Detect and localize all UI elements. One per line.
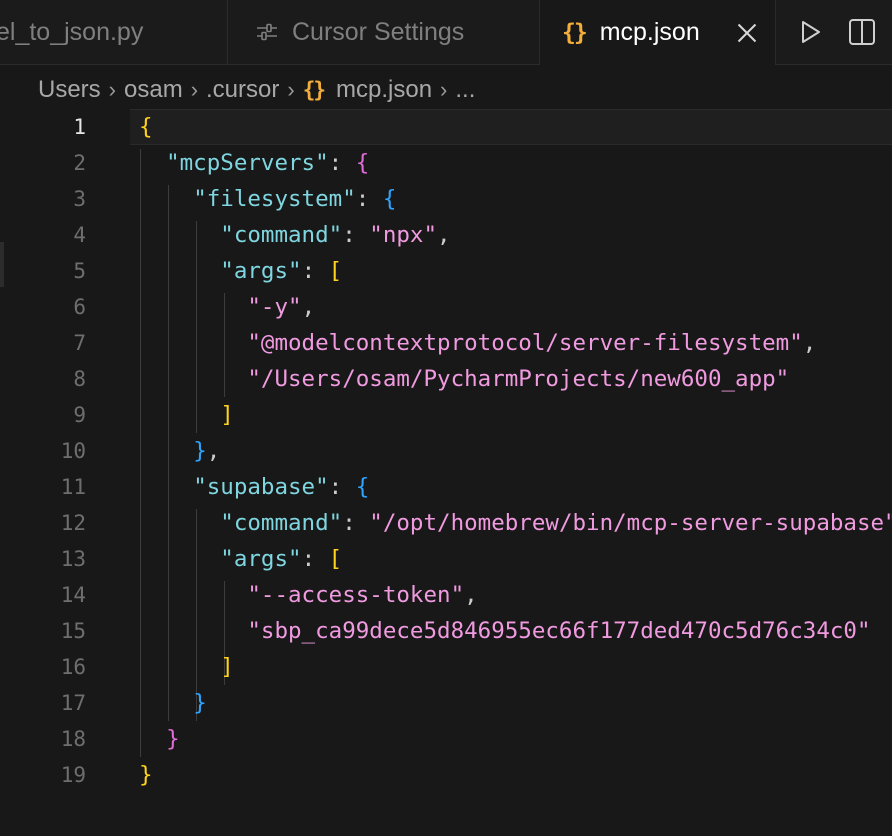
breadcrumb-more[interactable]: ... (455, 76, 475, 104)
tab-cursor-settings[interactable]: Cursor Settings (228, 0, 540, 64)
code-text: "filesystem": { (193, 186, 397, 212)
code-line[interactable]: 11 "supabase": { (0, 469, 892, 505)
code-text: "args": [ (220, 258, 343, 284)
chevron-right-icon: › (190, 77, 199, 102)
line-number: 19 (60, 763, 86, 787)
code-text: } (139, 762, 153, 788)
code-line[interactable]: 3 "filesystem": { (0, 181, 892, 217)
line-number: 10 (60, 439, 86, 463)
line-number: 11 (60, 475, 86, 499)
code-text: } (193, 690, 207, 716)
code-line[interactable]: 9 ] (0, 397, 892, 433)
code-text: { (139, 114, 153, 140)
code-text: "supabase": { (193, 474, 370, 500)
code-text: "/Users/osam/PycharmProjects/new600_app" (247, 366, 790, 392)
breadcrumb-cursor[interactable]: .cursor (206, 76, 279, 104)
code-text: } (166, 726, 180, 752)
code-text: "--access-token", (247, 582, 478, 608)
code-text: "-y", (247, 294, 316, 320)
code-line[interactable]: 14 "--access-token", (0, 577, 892, 613)
code-line[interactable]: 12 "command": "/opt/homebrew/bin/mcp-ser… (0, 505, 892, 541)
line-number: 17 (60, 691, 86, 715)
code-line[interactable]: 18 } (0, 721, 892, 757)
line-number: 7 (73, 331, 86, 355)
line-number: 8 (73, 367, 86, 391)
code-text: "command": "/opt/homebrew/bin/mcp-server… (220, 510, 892, 536)
breadcrumb-osam[interactable]: osam (124, 76, 183, 104)
code-line[interactable]: 17 } (0, 685, 892, 721)
line-number: 6 (73, 295, 86, 319)
line-number: 13 (60, 547, 86, 571)
line-number: 9 (73, 403, 86, 427)
code-line[interactable]: 4 "command": "npx", (0, 217, 892, 253)
code-line[interactable]: 13 "args": [ (0, 541, 892, 577)
breadcrumb-mcp-json[interactable]: mcp.json (336, 76, 432, 104)
code-line[interactable]: 10 }, (0, 433, 892, 469)
code-line[interactable]: 1 { (0, 109, 892, 145)
code-line[interactable]: 8 "/Users/osam/PycharmProjects/new600_ap… (0, 361, 892, 397)
braces-icon: {} (302, 78, 326, 102)
code-line[interactable]: 16 ] (0, 649, 892, 685)
tab-el-to-json[interactable]: el_to_json.py (0, 0, 228, 64)
code-text: "args": [ (220, 546, 343, 572)
chevron-right-icon: › (287, 77, 295, 102)
code-editor[interactable]: 1 { 2 "mcpServers": { 3 "filesystem": { … (0, 109, 892, 836)
run-icon[interactable] (796, 18, 824, 46)
breadcrumb: Users › osam › .cursor › {} mcp.json › .… (38, 72, 475, 108)
code-text: "sbp_ca99dece5d846955ec66f177ded470c5d76… (247, 618, 871, 644)
code-text: ] (220, 402, 234, 428)
line-number: 1 (73, 115, 86, 139)
sliders-icon (257, 23, 277, 41)
code-text: ] (220, 654, 234, 680)
code-line[interactable]: 15 "sbp_ca99dece5d846955ec66f177ded470c5… (0, 613, 892, 649)
code-text: }, (193, 438, 221, 464)
code-text: "@modelcontextprotocol/server-filesystem… (247, 330, 817, 356)
tab-mcp-json[interactable]: {} mcp.json (540, 0, 776, 65)
code-line[interactable]: 5 "args": [ (0, 253, 892, 289)
code-line[interactable]: 2 "mcpServers": { (0, 145, 892, 181)
line-number: 2 (73, 151, 86, 175)
braces-icon: {} (562, 19, 588, 46)
chevron-right-icon: › (108, 77, 116, 102)
line-number: 14 (60, 583, 86, 607)
tab-label: el_to_json.py (0, 17, 144, 46)
breadcrumb-users[interactable]: Users (38, 76, 101, 104)
line-number: 3 (73, 187, 86, 211)
tab-label: Cursor Settings (292, 17, 465, 46)
chevron-right-icon: › (440, 77, 448, 102)
close-icon[interactable] (737, 23, 757, 43)
code-line[interactable]: 6 "-y", (0, 289, 892, 325)
split-editor-icon[interactable] (848, 18, 876, 46)
line-number: 5 (73, 259, 86, 283)
tab-label: mcp.json (599, 18, 700, 46)
tab-bar: el_to_json.py Cursor Settings {} mcp.jso… (0, 0, 892, 65)
code-text: "mcpServers": { (166, 150, 370, 176)
code-text: "command": "npx", (220, 222, 451, 248)
code-line[interactable]: 7 "@modelcontextprotocol/server-filesyst… (0, 325, 892, 361)
code-line[interactable]: 19 } (0, 757, 892, 793)
line-number: 18 (60, 727, 86, 751)
line-number: 16 (60, 655, 86, 679)
line-number: 12 (60, 511, 86, 535)
line-number: 15 (60, 619, 86, 643)
line-number: 4 (73, 223, 86, 247)
